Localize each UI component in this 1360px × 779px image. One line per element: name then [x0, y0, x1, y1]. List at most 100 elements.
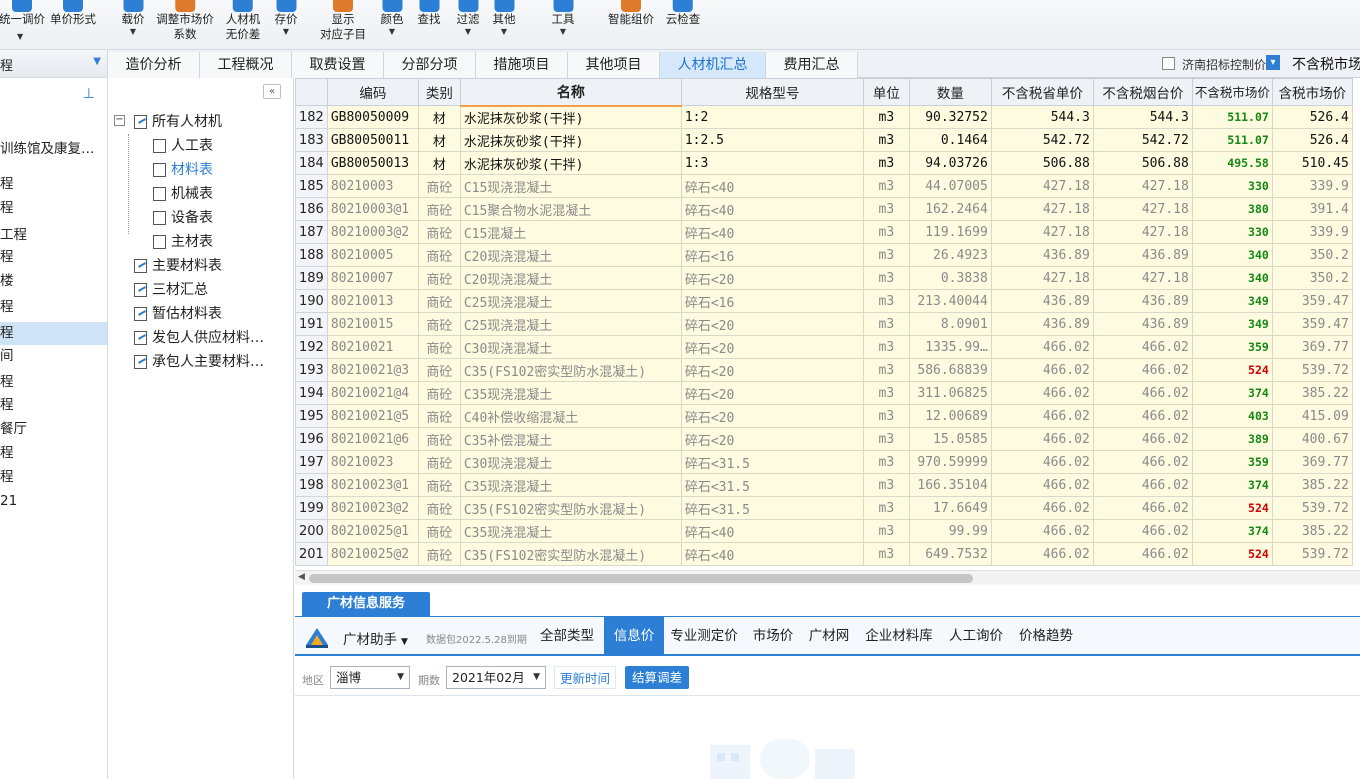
tax-market-price-cell[interactable]: 359.47: [1271, 289, 1353, 313]
type-cell[interactable]: 商砼: [417, 312, 461, 336]
table-row[interactable]: 187 80210003@2 商砼 C15混凝土 碎石<40 m3 119.1699 427.…: [295, 220, 1353, 244]
type-cell[interactable]: 商砼: [417, 519, 461, 543]
tax-market-price-cell[interactable]: 369.77: [1271, 335, 1353, 359]
table-row[interactable]: 183 GB80050011 材水泥抹灰砂浆(干拌) 1:2.5 m3 0.1464 542…: [295, 128, 1353, 152]
code-cell[interactable]: 80210003@2: [326, 220, 419, 244]
unit-cell[interactable]: m3: [862, 128, 910, 152]
name-cell[interactable]: C35(FS102密实型防水混凝土): [459, 542, 682, 566]
spec-cell[interactable]: 碎石<20: [680, 404, 864, 428]
spec-cell[interactable]: 碎石<40: [680, 220, 864, 244]
code-cell[interactable]: 80210013: [326, 289, 419, 313]
type-header[interactable]: 类别: [417, 78, 461, 106]
name-cell[interactable]: C35(FS102密实型防水混凝土): [459, 358, 682, 382]
spec-cell[interactable]: 1:3: [680, 151, 864, 175]
name-cell[interactable]: C35现浇混凝土: [459, 381, 682, 405]
code-cell[interactable]: GB80050011: [326, 128, 419, 152]
province-price-cell[interactable]: 427.18: [990, 220, 1094, 244]
price-form-button[interactable]: 单价形式: [50, 0, 96, 49]
yantai-price-cell[interactable]: 427.18: [1092, 174, 1193, 198]
tax-market-price-cell[interactable]: 415.09: [1271, 404, 1353, 428]
tree-node-10[interactable]: 发包人供应材料…: [134, 327, 264, 349]
name-cell[interactable]: C35现浇混凝土: [459, 519, 682, 543]
market-price-header[interactable]: 不含税市场价: [1191, 78, 1273, 106]
qty-cell[interactable]: 166.35104: [908, 473, 992, 497]
type-cell[interactable]: 商砼: [417, 266, 461, 290]
type-cell[interactable]: 商砼: [417, 335, 461, 359]
type-cell[interactable]: 商砼: [417, 174, 461, 198]
tree-node-6[interactable]: 主材表: [153, 231, 213, 253]
unit-cell[interactable]: m3: [862, 243, 910, 267]
tax-market-price-cell[interactable]: 339.9: [1271, 174, 1353, 198]
qty-cell[interactable]: 586.68839: [908, 358, 992, 382]
province-price-cell[interactable]: 466.02: [990, 473, 1094, 497]
table-row[interactable]: 191 80210015 商砼 C25现浇混凝土 碎石<20 m3 8.0901 436.89…: [295, 312, 1353, 336]
price-service-tab[interactable]: 广材信息服务: [302, 592, 430, 616]
row-number-cell[interactable]: 190: [295, 289, 328, 313]
row-number-cell[interactable]: 193: [295, 358, 328, 382]
tree-node-1[interactable]: 所有人材机: [134, 111, 222, 133]
filter-icon[interactable]: ▾: [1266, 55, 1280, 70]
type-cell[interactable]: 商砼: [417, 496, 461, 520]
table-row[interactable]: 185 80210003 商砼 C15现浇混凝土 碎石<40 m3 44.07005 427.…: [295, 174, 1353, 198]
type-cell[interactable]: 商砼: [417, 358, 461, 382]
row-number-cell[interactable]: 185: [295, 174, 328, 198]
type-cell[interactable]: 材: [417, 128, 461, 152]
project-item[interactable]: 工程: [0, 224, 107, 247]
yantai-price-cell[interactable]: 427.18: [1092, 266, 1193, 290]
yantai-price-cell[interactable]: 436.89: [1092, 289, 1193, 313]
tree-node-5[interactable]: 设备表: [153, 207, 213, 229]
tender-control-checkbox[interactable]: [1162, 57, 1175, 70]
market-price-cell[interactable]: 374: [1191, 381, 1273, 405]
source-tab-6[interactable]: 企业材料库: [861, 617, 937, 655]
scrollbar-thumb[interactable]: [309, 574, 973, 583]
yantai-price-cell[interactable]: 466.02: [1092, 381, 1193, 405]
project-item[interactable]: 程: [0, 173, 107, 196]
province-price-cell[interactable]: 466.02: [990, 358, 1094, 382]
project-item[interactable]: 程: [0, 442, 107, 465]
name-cell[interactable]: C20现浇混凝土: [459, 243, 682, 267]
code-cell[interactable]: 80210005: [326, 243, 419, 267]
name-cell[interactable]: C40补偿收缩混凝土: [459, 404, 682, 428]
spec-cell[interactable]: 碎石<16: [680, 289, 864, 313]
row-number-cell[interactable]: 187: [295, 220, 328, 244]
unit-cell[interactable]: m3: [862, 496, 910, 520]
chevron-down-icon[interactable]: ▼: [17, 32, 23, 42]
project-item[interactable]: 餐厅: [0, 418, 107, 441]
type-cell[interactable]: 商砼: [417, 381, 461, 405]
name-cell[interactable]: C25现浇混凝土: [459, 312, 682, 336]
market-price-cell[interactable]: 330: [1191, 174, 1273, 198]
market-price-cell[interactable]: 380: [1191, 197, 1273, 221]
tax-market-price-cell[interactable]: 539.72: [1271, 542, 1353, 566]
show-subitems-button[interactable]: 显示 对应子目: [320, 0, 366, 49]
tax-market-price-cell[interactable]: 526.4: [1271, 128, 1353, 152]
row-number-cell[interactable]: 200: [295, 519, 328, 543]
tax-market-price-cell[interactable]: 385.22: [1271, 519, 1353, 543]
yantai-price-cell[interactable]: 436.89: [1092, 312, 1193, 336]
row-number-cell[interactable]: 188: [295, 243, 328, 267]
qty-cell[interactable]: 311.06825: [908, 381, 992, 405]
yantai-price-cell[interactable]: 466.02: [1092, 450, 1193, 474]
spec-cell[interactable]: 碎石<20: [680, 312, 864, 336]
yantai-price-cell[interactable]: 466.02: [1092, 335, 1193, 359]
table-row[interactable]: 199 80210023@2 商砼 C35(FS102密实型防水混凝土) 碎石<31.5…: [295, 496, 1353, 520]
market-price-cell[interactable]: 374: [1191, 473, 1273, 497]
yantai-price-cell[interactable]: 427.18: [1092, 220, 1193, 244]
spec-cell[interactable]: 碎石<20: [680, 335, 864, 359]
period-select[interactable]: 2021年02月 ▼: [446, 666, 546, 689]
spec-cell[interactable]: 碎石<40: [680, 519, 864, 543]
source-tab-3[interactable]: 专业测定价: [666, 617, 742, 655]
yantai-price-cell[interactable]: 427.18: [1092, 197, 1193, 221]
name-header[interactable]: 名称: [459, 78, 682, 107]
province-price-cell[interactable]: 427.18: [990, 197, 1094, 221]
tax-market-price-cell[interactable]: 400.67: [1271, 427, 1353, 451]
scroll-left-icon[interactable]: ◀: [298, 572, 305, 582]
market-price-cell[interactable]: 389: [1191, 427, 1273, 451]
project-item[interactable]: 训练馆及康复…: [0, 138, 107, 161]
market-price-cell[interactable]: 349: [1191, 289, 1273, 313]
row-number-header[interactable]: [295, 78, 328, 106]
code-cell[interactable]: 80210023@2: [326, 496, 419, 520]
yantai-price-cell[interactable]: 466.02: [1092, 358, 1193, 382]
spec-cell[interactable]: 碎石<20: [680, 266, 864, 290]
tax-market-price-cell[interactable]: 359.47: [1271, 312, 1353, 336]
market-price-cell[interactable]: 511.07: [1191, 105, 1273, 129]
